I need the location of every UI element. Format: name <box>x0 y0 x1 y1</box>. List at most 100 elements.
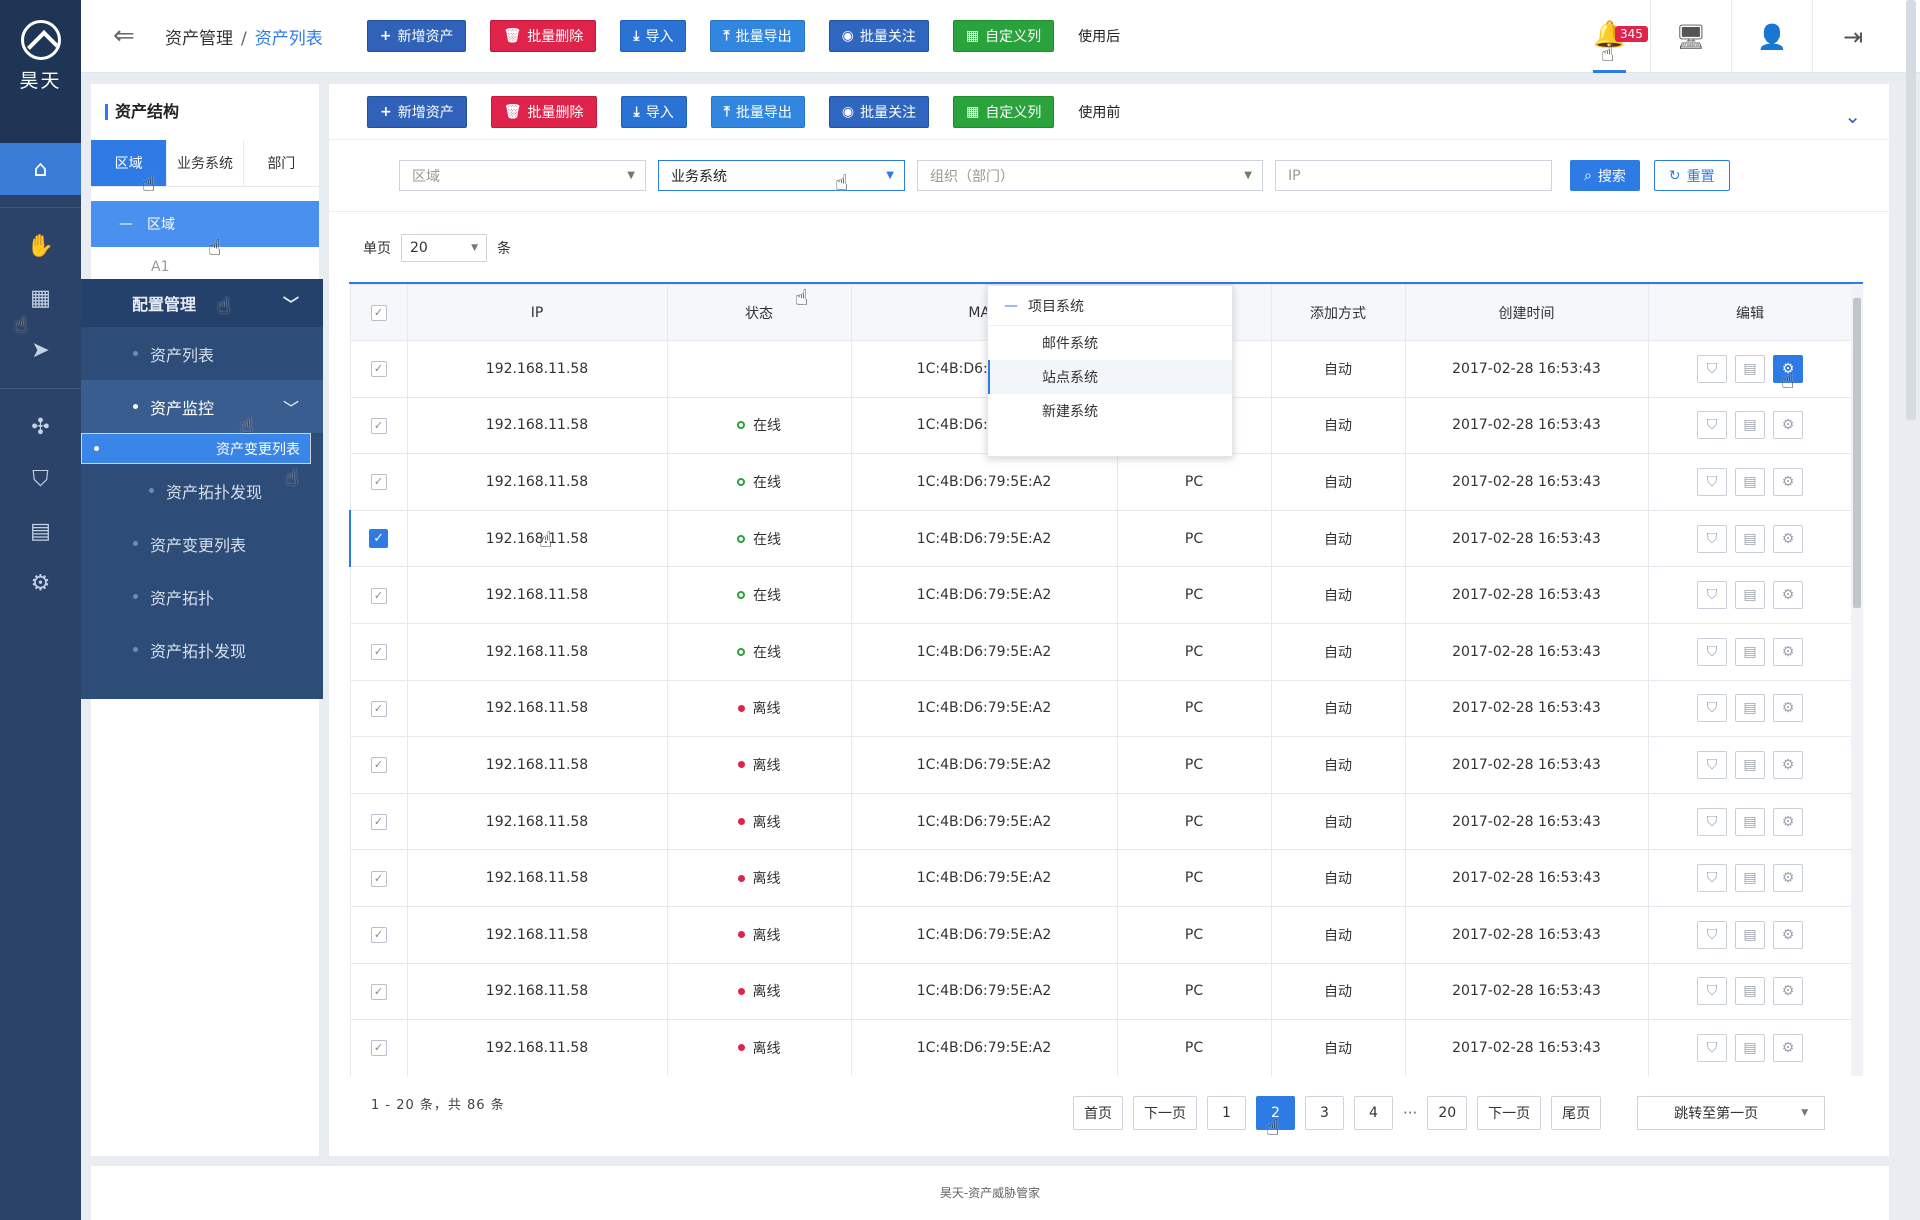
import-button[interactable]: ⤓ 导入 <box>620 95 687 128</box>
add-asset-button[interactable]: + 新增资产 <box>367 95 467 128</box>
filter-action-icon[interactable]: ⛉ <box>1697 864 1727 893</box>
batch-follow-button[interactable]: ◉ 批量关注 <box>828 20 929 52</box>
row-checkbox[interactable]: ✓ <box>370 587 387 604</box>
settings-action-icon[interactable]: ⚙ <box>1773 864 1803 893</box>
row-checkbox[interactable]: ✓ <box>370 927 387 944</box>
dropdown-option-mail[interactable]: 邮件系统 <box>988 326 1232 360</box>
document-action-icon[interactable]: ▤ <box>1735 581 1765 610</box>
business-system-select[interactable]: 业务系统 ▼ <box>658 160 905 191</box>
filter-action-icon[interactable]: ⛉ <box>1697 581 1727 610</box>
settings-action-icon[interactable]: ⚙ <box>1773 977 1803 1006</box>
row-checkbox[interactable]: ✓ <box>370 644 387 661</box>
filter-icon[interactable]: ⛉ <box>0 453 81 505</box>
dropdown-option-site[interactable]: 站点系统 <box>988 360 1232 394</box>
tab-business-system[interactable]: 业务系统 <box>167 140 244 186</box>
menu-asset-change-list[interactable]: 资产变更列表 <box>81 517 323 570</box>
custom-columns-button[interactable]: ▦ 自定义列 <box>952 20 1055 52</box>
table-row[interactable]: ✓ 192.168.11.58 离线 1C:4B:D6:79:5E:A2 PC 自动 201… <box>349 679 1853 738</box>
prev-page-button[interactable]: 下一页 <box>1133 1096 1197 1130</box>
col-status[interactable]: 状态 <box>666 284 852 341</box>
table-row[interactable]: ✓ 192.168.11.58 离线 1C:4B:D6:79:5E:A2 PC 自动 201… <box>349 962 1853 1021</box>
row-checkbox[interactable]: ✓ <box>370 1040 387 1057</box>
menu-asset-change-list-sub[interactable]: 资产变更列表 <box>81 433 311 464</box>
row-checkbox[interactable]: ✓ <box>370 870 387 887</box>
page-button-20[interactable]: 20 <box>1427 1096 1468 1130</box>
document-action-icon[interactable]: ▤ <box>1735 920 1765 949</box>
filter-action-icon[interactable]: ⛉ <box>1697 1033 1727 1062</box>
page-size-select[interactable]: 20 ▼ <box>401 234 487 262</box>
monitor-settings-icon[interactable]: 🖥 <box>1650 0 1731 73</box>
batch-delete-button[interactable]: 🗑 批量删除 <box>490 95 597 128</box>
settings-action-icon[interactable]: ⚙ <box>1773 807 1803 836</box>
user-icon[interactable]: 👤 <box>1731 0 1812 73</box>
menu-topology-discovery[interactable]: 资产拓扑发现 <box>81 623 323 676</box>
next-page-button[interactable]: 下一页 <box>1477 1096 1542 1130</box>
tab-region[interactable]: 区域 <box>91 140 168 186</box>
tree-node-region[interactable]: — 区域 <box>91 201 319 247</box>
row-checkbox[interactable]: ✓ <box>369 529 389 549</box>
scrollbar-thumb[interactable] <box>1853 298 1861 608</box>
custom-columns-button[interactable]: ▦ 自定义列 <box>953 95 1055 128</box>
table-row[interactable]: ✓ 192.168.11.58 离线 1C:4B:D6:79:5E:A2 PC 自动 201… <box>349 1019 1853 1076</box>
menu-asset-topology[interactable]: 资产拓扑 <box>81 570 323 623</box>
region-select[interactable]: 区域 ▼ <box>399 160 646 191</box>
filter-action-icon[interactable]: ⛉ <box>1697 637 1727 666</box>
page-button-4[interactable]: 4 <box>1354 1096 1393 1130</box>
select-all-checkbox[interactable]: ✓ <box>370 305 387 321</box>
document-action-icon[interactable]: ▤ <box>1735 864 1765 893</box>
import-button[interactable]: ⤓ 导入 <box>620 20 687 52</box>
batch-follow-button[interactable]: ◉ 批量关注 <box>828 95 930 128</box>
logout-icon[interactable]: ⇥ <box>1812 0 1893 73</box>
document-action-icon[interactable]: ▤ <box>1735 694 1765 723</box>
breadcrumb-parent[interactable]: 资产管理 <box>165 29 233 49</box>
row-checkbox[interactable]: ✓ <box>370 361 387 378</box>
col-add-method[interactable]: 添加方式 <box>1270 284 1406 341</box>
filter-action-icon[interactable]: ⛉ <box>1697 524 1727 553</box>
reset-button[interactable]: ↻ 重置 <box>1653 160 1730 191</box>
filter-action-icon[interactable]: ⛉ <box>1697 920 1727 949</box>
first-page-button[interactable]: 首页 <box>1073 1096 1123 1130</box>
dropdown-option-new[interactable]: 新建系统 <box>988 394 1232 428</box>
row-checkbox[interactable]: ✓ <box>370 814 387 831</box>
settings-action-icon[interactable]: ⚙ <box>1773 581 1803 610</box>
row-checkbox[interactable]: ✓ <box>370 757 387 774</box>
table-row[interactable]: ✓ 192.168.11.58 在线 1C:4B:D6:79:5E:A2PC自动201… <box>349 509 1853 568</box>
back-arrow-icon[interactable]: ⇐ <box>113 21 143 51</box>
settings-action-icon[interactable]: ⚙ <box>1773 920 1803 949</box>
page-button-3[interactable]: 3 <box>1305 1096 1344 1130</box>
filter-action-icon[interactable]: ⛉ <box>1697 750 1727 779</box>
table-row[interactable]: ✓ 192.168.11.58 离线 1C:4B:D6:79:5E:A2 PC 自动 201… <box>349 736 1853 794</box>
organization-select[interactable]: 组织（部门） ▼ <box>917 160 1263 191</box>
batch-export-button[interactable]: ⤒ 批量导出 <box>710 95 805 128</box>
filter-action-icon[interactable]: ⛉ <box>1697 411 1727 440</box>
page-button-1[interactable]: 1 <box>1207 1096 1246 1130</box>
document-action-icon[interactable]: ▤ <box>1735 354 1765 383</box>
collapse-icon[interactable]: ⌄ <box>1844 104 1861 128</box>
network-icon[interactable]: ✣ <box>0 401 81 453</box>
filter-action-icon[interactable]: ⛉ <box>1697 694 1727 723</box>
document-action-icon[interactable]: ▤ <box>1735 411 1765 440</box>
settings-action-icon[interactable]: ⚙ <box>1773 467 1803 496</box>
filter-action-icon[interactable]: ⛉ <box>1697 467 1727 496</box>
document-action-icon[interactable]: ▤ <box>1735 977 1765 1006</box>
settings-action-icon[interactable]: ⚙ <box>1773 637 1803 666</box>
table-row[interactable]: ✓ 192.168.11.58 离线 1C:4B:D6:79:5E:A2 PC 自动 201… <box>349 849 1853 907</box>
table-row[interactable]: ✓ 192.168.11.58 离线 1C:4B:D6:79:5E:A2 PC 自动 201… <box>349 792 1853 851</box>
document-action-icon[interactable]: ▤ <box>1735 637 1765 666</box>
filter-action-icon[interactable]: ⛉ <box>1697 807 1727 836</box>
table-row[interactable]: ✓ 192.168.11.58 离线 1C:4B:D6:79:5E:A2 PC 自动 201… <box>349 905 1853 964</box>
collapse-dash-icon[interactable]: — <box>119 216 133 232</box>
col-ip[interactable]: IP <box>406 284 668 341</box>
home-icon[interactable]: ⌂ <box>0 143 81 195</box>
table-row[interactable]: ✓ 192.168.11.58 在线 1C:4B:D6:79:5E:A2PC自动201… <box>349 622 1853 681</box>
settings-action-icon[interactable]: ⚙ <box>1773 524 1803 553</box>
settings-action-icon[interactable]: ⚙ <box>1773 411 1803 440</box>
document-action-icon[interactable]: ▤ <box>1735 467 1765 496</box>
jump-to-page-select[interactable]: 跳转至第一页 ▼ <box>1637 1096 1826 1130</box>
col-created-time[interactable]: 创建时间 <box>1404 284 1649 341</box>
last-page-button[interactable]: 尾页 <box>1551 1096 1602 1130</box>
menu-asset-list[interactable]: 资产列表 <box>81 327 323 380</box>
thumbs-up-icon[interactable]: ✋ <box>0 220 81 272</box>
table-row[interactable]: ✓ 192.168.11.58 在线 1C:4B:D6:79:5E:A2PC自动201… <box>349 566 1853 624</box>
document-action-icon[interactable]: ▤ <box>1735 750 1765 779</box>
